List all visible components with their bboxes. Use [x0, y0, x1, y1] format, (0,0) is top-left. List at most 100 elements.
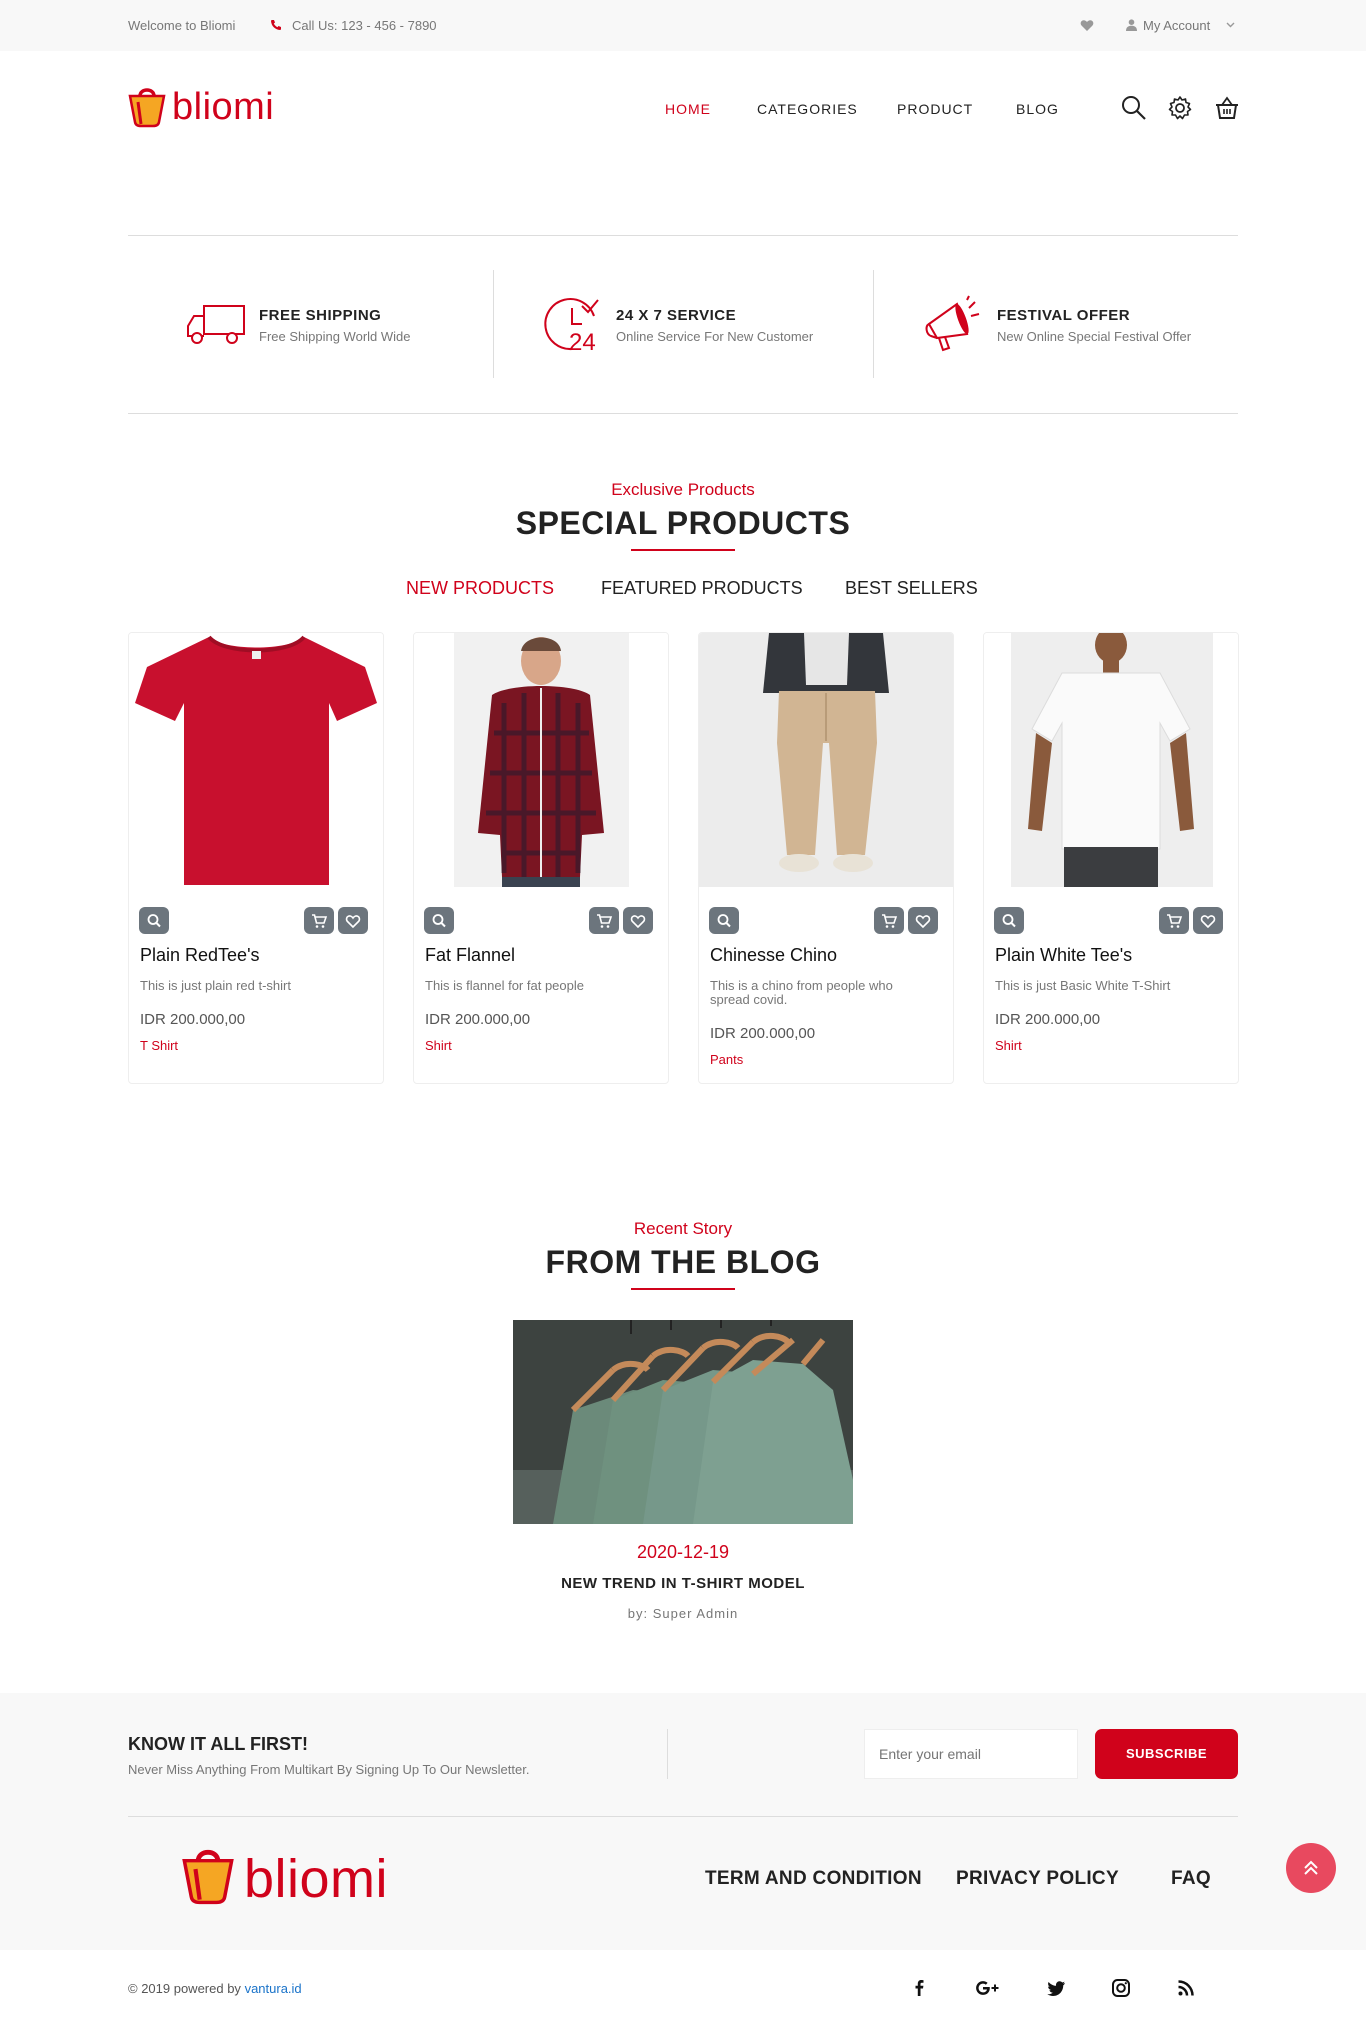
heart-icon — [345, 915, 361, 929]
blog-post-image[interactable] — [513, 1320, 853, 1524]
truck-icon — [187, 305, 245, 344]
add-to-cart-button[interactable] — [589, 907, 619, 934]
feature-divider — [873, 270, 874, 378]
product-description: This is flannel for fat people — [425, 978, 584, 993]
feature-divider — [493, 270, 494, 378]
wishlist-button[interactable] — [908, 907, 938, 934]
basket-icon[interactable] — [1213, 94, 1241, 122]
megaphone-icon — [925, 295, 980, 352]
facebook-icon[interactable] — [907, 1976, 931, 2000]
phone-icon — [271, 20, 281, 30]
blog-title: FROM THE BLOG — [545, 1244, 821, 1280]
scroll-to-top-button[interactable] — [1286, 1843, 1336, 1893]
tab-best-sellers[interactable]: BEST SELLERS — [845, 578, 978, 599]
gear-icon[interactable] — [1166, 94, 1194, 122]
product-name[interactable]: Chinesse Chino — [710, 945, 837, 966]
blog-post-author: by: Super Admin — [627, 1606, 739, 1621]
newsletter-title: KNOW IT ALL FIRST! — [128, 1734, 308, 1754]
product-category[interactable]: Pants — [710, 1052, 743, 1067]
quick-view-button[interactable] — [994, 907, 1024, 934]
nav-categories[interactable]: CATEGORIES — [757, 101, 858, 117]
subscribe-button[interactable]: SUBSCRIBE — [1095, 1729, 1238, 1779]
special-title: SPECIAL PRODUCTS — [515, 505, 851, 541]
my-account-link[interactable]: My Account — [1143, 18, 1210, 33]
instagram-icon[interactable] — [1109, 1976, 1133, 2000]
feature-subtitle: Free Shipping World Wide — [259, 329, 411, 344]
header-divider — [128, 235, 1238, 236]
add-to-cart-button[interactable] — [304, 907, 334, 934]
cart-icon — [882, 914, 898, 928]
quick-view-button[interactable] — [424, 907, 454, 934]
wishlist-button[interactable] — [338, 907, 368, 934]
product-image-red-tshirt[interactable] — [129, 633, 383, 887]
search-icon — [147, 914, 161, 928]
google-plus-icon[interactable] — [974, 1976, 1002, 2000]
product-card[interactable]: Plain White Tee's This is just Basic Whi… — [983, 632, 1239, 1084]
feature-subtitle: Online Service For New Customer — [616, 329, 814, 344]
product-card[interactable]: Fat Flannel This is flannel for fat peop… — [413, 632, 669, 1084]
product-name[interactable]: Plain RedTee's — [140, 945, 260, 966]
heart-icon — [1200, 915, 1216, 929]
product-image-white-tshirt[interactable] — [984, 633, 1238, 887]
search-icon[interactable] — [1120, 94, 1148, 122]
rss-icon[interactable] — [1174, 1976, 1198, 2000]
blog-subtitle: Recent Story — [633, 1219, 733, 1238]
product-image-chino-pants[interactable] — [699, 633, 953, 887]
shopping-bag-logo-icon — [128, 88, 166, 128]
product-price: IDR 200.000,00 — [995, 1011, 1101, 1028]
product-description: This is just Basic White T-Shirt — [995, 978, 1171, 993]
quick-view-button[interactable] — [139, 907, 169, 934]
product-price: IDR 200.000,00 — [425, 1011, 531, 1028]
svg-text:24: 24 — [569, 329, 596, 356]
newsletter-email-input[interactable] — [864, 1729, 1078, 1779]
footer-brand-logo[interactable]: bliomi — [180, 1844, 440, 1909]
product-card[interactable]: Chinesse Chino This is a chino from peop… — [698, 632, 954, 1084]
footer-link-privacy[interactable]: PRIVACY POLICY — [956, 1868, 1119, 1890]
powered-by-link[interactable]: vantura.id — [245, 1981, 302, 1996]
nav-product[interactable]: PRODUCT — [897, 101, 973, 117]
feature-bottom-divider — [128, 413, 1238, 414]
product-name[interactable]: Plain White Tee's — [995, 945, 1132, 966]
footer-divider — [128, 1816, 1238, 1817]
heart-icon[interactable] — [1080, 19, 1094, 32]
product-image-flannel-shirt[interactable] — [414, 633, 668, 887]
tab-featured-products[interactable]: FEATURED PRODUCTS — [601, 578, 803, 599]
newsletter-divider — [667, 1729, 668, 1779]
product-price: IDR 200.000,00 — [710, 1025, 816, 1042]
add-to-cart-button[interactable] — [874, 907, 904, 934]
shopping-bag-logo-icon — [182, 1849, 234, 1905]
footer-brand-name: bliomi — [244, 1849, 389, 1909]
cart-icon — [1167, 914, 1183, 928]
product-name[interactable]: Fat Flannel — [425, 945, 515, 966]
add-to-cart-button[interactable] — [1159, 907, 1189, 934]
product-card[interactable]: Plain RedTee's This is just plain red t-… — [128, 632, 384, 1084]
product-category[interactable]: T Shirt — [140, 1038, 178, 1053]
nav-blog[interactable]: BLOG — [1016, 101, 1059, 117]
product-description: This is a chino from people who spread c… — [710, 978, 893, 1007]
heart-icon — [915, 915, 931, 929]
brand-name: bliomi — [172, 86, 275, 128]
wishlist-button[interactable] — [1193, 907, 1223, 934]
welcome-text: Welcome to Bliomi — [128, 18, 236, 33]
twitter-icon[interactable] — [1044, 1976, 1068, 2000]
quick-view-button[interactable] — [709, 907, 739, 934]
cart-icon — [312, 914, 328, 928]
chevron-down-icon — [1226, 22, 1235, 28]
nav-home[interactable]: HOME — [665, 101, 711, 117]
wishlist-button[interactable] — [623, 907, 653, 934]
product-description: This is just plain red t-shirt — [140, 978, 291, 993]
tab-new-products[interactable]: NEW PRODUCTS — [406, 578, 554, 599]
blog-post-title[interactable]: NEW TREND IN T-SHIRT MODEL — [0, 1575, 1366, 1592]
footer-link-terms[interactable]: TERM AND CONDITION — [705, 1868, 922, 1890]
top-bar: Welcome to Bliomi Call Us: 123 - 456 - 7… — [0, 0, 1366, 51]
clock-24-icon: 24 — [544, 298, 599, 356]
brand-logo[interactable]: bliomi — [128, 82, 308, 134]
feature-title: FREE SHIPPING — [259, 307, 382, 324]
product-category[interactable]: Shirt — [425, 1038, 452, 1053]
footer-link-faq[interactable]: FAQ — [1171, 1868, 1211, 1890]
double-chevron-up-icon — [1304, 1860, 1318, 1875]
search-icon — [1002, 914, 1016, 928]
search-icon — [717, 914, 731, 928]
product-category[interactable]: Shirt — [995, 1038, 1022, 1053]
phone-text: Call Us: 123 - 456 - 7890 — [292, 18, 437, 33]
